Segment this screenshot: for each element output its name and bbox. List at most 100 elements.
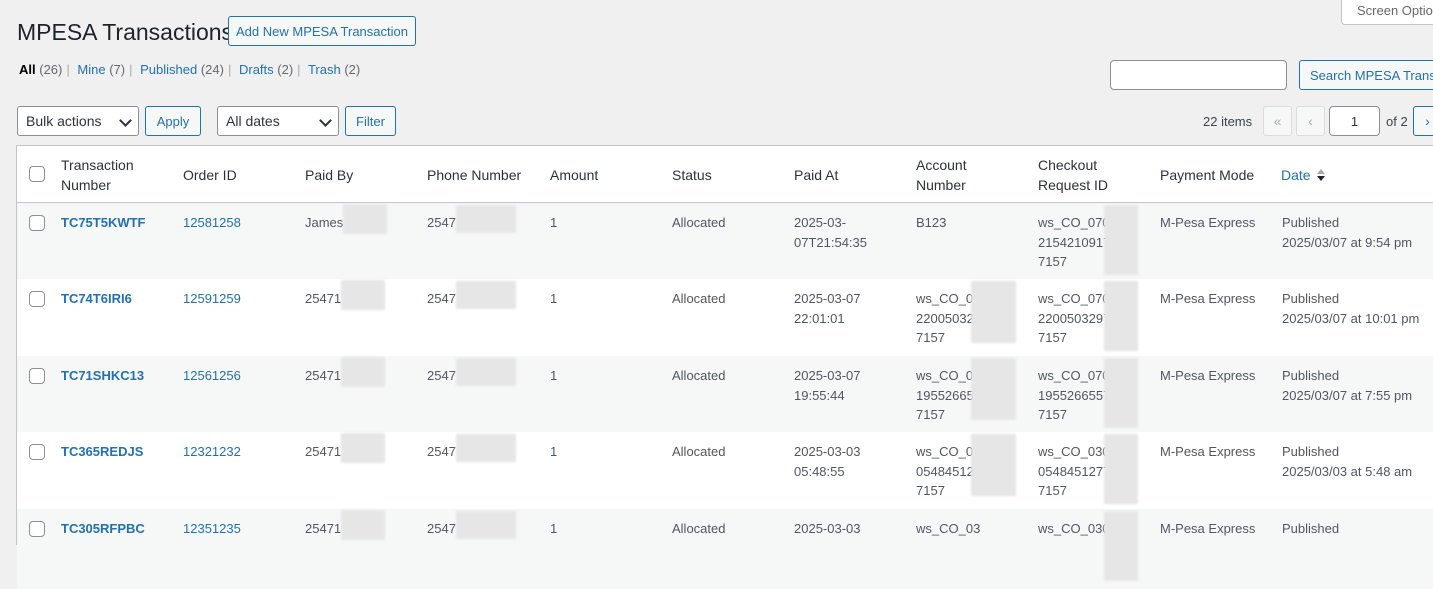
payment-mode: M-Pesa Express (1160, 368, 1256, 383)
view-trash[interactable]: Trash (2) (308, 62, 360, 77)
phone-number: 2547 (427, 357, 516, 386)
transaction-number-link[interactable]: TC74T6IRI6 (61, 289, 132, 309)
row-checkbox[interactable] (29, 368, 45, 384)
amount: 1 (550, 521, 558, 536)
next-page-button[interactable]: › (1413, 106, 1433, 136)
col-account-number: Account Number (916, 157, 967, 193)
status: Allocated (672, 215, 726, 230)
view-published[interactable]: Published (24) (140, 62, 224, 77)
order-id-link[interactable]: 12591259 (183, 289, 241, 309)
payment-mode: M-Pesa Express (1160, 215, 1256, 230)
row-checkbox[interactable] (29, 215, 45, 231)
transaction-number-link[interactable]: TC365REDJS (61, 442, 143, 462)
phone-number: 2547 (427, 280, 516, 309)
account-number: ws_CO_03 054845127 7157 (916, 434, 1016, 501)
table-row: TC75T5KWTF 12581258 James 2547 1 Allocated 202… (17, 203, 1433, 279)
checkout-request-id: ws_CO_070 2154210917 7157 (1038, 205, 1138, 275)
paid-at: 2025-03-07 22:01:01 (794, 291, 861, 326)
checkout-request-id: ws_CO_030 (1038, 511, 1138, 581)
row-checkbox[interactable] (29, 291, 45, 307)
amount: 1 (550, 368, 558, 383)
bulk-actions-select[interactable]: Bulk actions (17, 106, 139, 136)
apply-button[interactable]: Apply (145, 106, 201, 136)
amount: 1 (550, 215, 558, 230)
dates-select[interactable]: All dates (217, 106, 339, 136)
view-filters: All (26) | Mine (7) | Published (24) | Draf… (19, 62, 361, 77)
paid-by: 25471 (305, 279, 386, 310)
select-all-checkbox[interactable] (29, 166, 45, 182)
table-row: TC74T6IRI6 12591259 25471 2547 1 Allocated 202… (17, 279, 1433, 356)
paid-at: 2025-03-03 (794, 521, 861, 536)
table-row: TC71SHKC13 12561256 25471 2547 1 Allocated 202… (17, 356, 1433, 432)
account-number: B123 (916, 215, 947, 230)
checkout-request-id: ws_CO_070 1955266557 7157 (1038, 358, 1138, 428)
checkout-request-id: ws_CO_070 2200503297 7157 (1038, 281, 1138, 351)
paid-by: 25471 (305, 509, 386, 540)
chevron-down-icon (319, 114, 332, 127)
paid-by: 25471 (305, 432, 386, 463)
col-order-id: Order ID (183, 167, 237, 183)
transactions-table: Transaction Number Order ID Paid By Phon… (16, 145, 1433, 589)
phone-number: 2547 (427, 204, 516, 233)
order-id-link[interactable]: 12581258 (183, 213, 241, 233)
search-button[interactable]: Search MPESA Transactions (1299, 60, 1433, 90)
chevron-down-icon (119, 114, 132, 127)
table-row: TC305RFPBC 12351235 25471 2547 1 Allocated 202… (17, 509, 1433, 589)
payment-mode: M-Pesa Express (1160, 444, 1256, 459)
account-number: ws_CO_07 195526655 7157 (916, 358, 1016, 425)
date: Published 2025/03/07 at 9:54 pm (1282, 215, 1413, 250)
status: Allocated (672, 444, 726, 459)
payment-mode: M-Pesa Express (1160, 521, 1256, 536)
status: Allocated (672, 368, 726, 383)
phone-number: 2547 (427, 510, 516, 539)
col-status: Status (672, 167, 712, 183)
add-new-button[interactable]: Add New MPESA Transaction (228, 16, 416, 46)
date: Published (1282, 521, 1340, 536)
transaction-number-link[interactable]: TC305RFPBC (61, 519, 145, 539)
search-input[interactable] (1110, 60, 1287, 90)
page-title: MPESA Transactions (17, 19, 234, 45)
date: Published 2025/03/07 at 10:01 pm (1282, 291, 1420, 326)
payment-mode: M-Pesa Express (1160, 291, 1256, 306)
prev-page-button[interactable]: ‹ (1296, 106, 1325, 136)
account-number: ws_CO_03 (916, 521, 981, 536)
row-checkbox[interactable] (29, 444, 45, 460)
col-paid-by: Paid By (305, 167, 354, 183)
paid-by: 25471 (305, 356, 386, 387)
paid-by: James (305, 203, 388, 234)
date: Published 2025/03/03 at 5:48 am (1282, 444, 1413, 479)
view-all[interactable]: All (26) (19, 62, 62, 77)
status: Allocated (672, 521, 726, 536)
current-page-input[interactable] (1329, 106, 1380, 136)
table-row: TC365REDJS 12321232 25471 2547 1 Allocated 202… (17, 432, 1433, 509)
view-mine[interactable]: Mine (7) (77, 62, 125, 77)
first-page-button[interactable]: « (1263, 106, 1292, 136)
transaction-number-link[interactable]: TC71SHKC13 (61, 366, 144, 386)
checkout-request-id: ws_CO_030 0548451277 7157 (1038, 434, 1138, 504)
table-header: Transaction Number Order ID Paid By Phon… (17, 146, 1433, 203)
col-phone-number: Phone Number (427, 167, 522, 183)
date: Published 2025/03/07 at 7:55 pm (1282, 368, 1413, 403)
paid-at: 2025-03-07 19:55:44 (794, 368, 861, 403)
col-date[interactable]: Date (1281, 165, 1326, 185)
screen-options-button[interactable]: Screen Options (1341, 0, 1433, 25)
paid-at: 2025-03-03 05:48:55 (794, 444, 861, 479)
paid-at: 2025-03- 07T21:54:35 (794, 215, 868, 250)
phone-number: 2547 (427, 433, 516, 462)
items-count: 22 items (1203, 114, 1253, 129)
order-id-link[interactable]: 12351235 (183, 519, 241, 539)
order-id-link[interactable]: 12321232 (183, 442, 241, 462)
filter-button[interactable]: Filter (345, 106, 396, 136)
amount: 1 (550, 444, 558, 459)
sort-icon (1316, 169, 1326, 183)
transaction-number-link[interactable]: TC75T5KWTF (61, 213, 146, 233)
status: Allocated (672, 291, 726, 306)
col-checkout-request-id: Checkout Request ID (1038, 157, 1109, 193)
col-paid-at: Paid At (794, 167, 839, 183)
amount: 1 (550, 291, 558, 306)
col-transaction-number: Transaction Number (61, 157, 134, 193)
account-number: ws_CO_07 220050322 7157 (916, 281, 1016, 348)
order-id-link[interactable]: 12561256 (183, 366, 241, 386)
view-drafts[interactable]: Drafts (2) (239, 62, 293, 77)
row-checkbox[interactable] (29, 521, 45, 537)
